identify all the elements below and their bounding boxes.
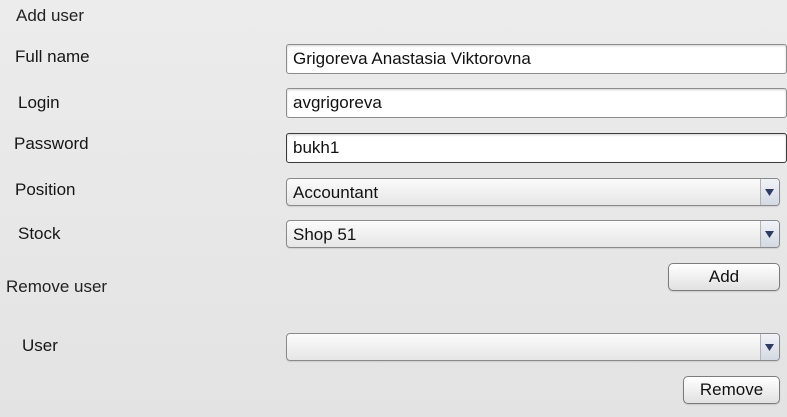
full-name-label: Full name [15,47,90,66]
chevron-down-icon [765,344,774,351]
user-dropdown-arrow[interactable] [760,334,779,360]
full-name-field[interactable] [286,44,787,74]
password-label: Password [14,134,89,153]
chevron-down-icon [765,189,774,196]
chevron-down-icon [765,231,774,238]
user-select[interactable] [286,333,780,361]
login-field[interactable] [286,88,787,118]
stock-label: Stock [18,224,61,243]
position-select-value: Accountant [293,183,379,202]
user-management-panel: Add user Full name Login Password Positi… [0,0,787,417]
remove-button[interactable]: Remove [683,376,780,404]
position-select[interactable]: Accountant [286,178,780,206]
add-button[interactable]: Add [668,263,780,291]
position-dropdown-arrow[interactable] [760,179,779,205]
add-user-heading: Add user [16,6,85,25]
login-label: Login [18,93,60,112]
user-label: User [22,336,58,355]
stock-dropdown-arrow[interactable] [760,221,779,247]
remove-user-heading: Remove user [6,277,108,296]
stock-select[interactable]: Shop 51 [286,220,780,248]
position-label: Position [15,180,76,199]
stock-select-value: Shop 51 [293,225,357,244]
password-field[interactable] [286,133,787,163]
